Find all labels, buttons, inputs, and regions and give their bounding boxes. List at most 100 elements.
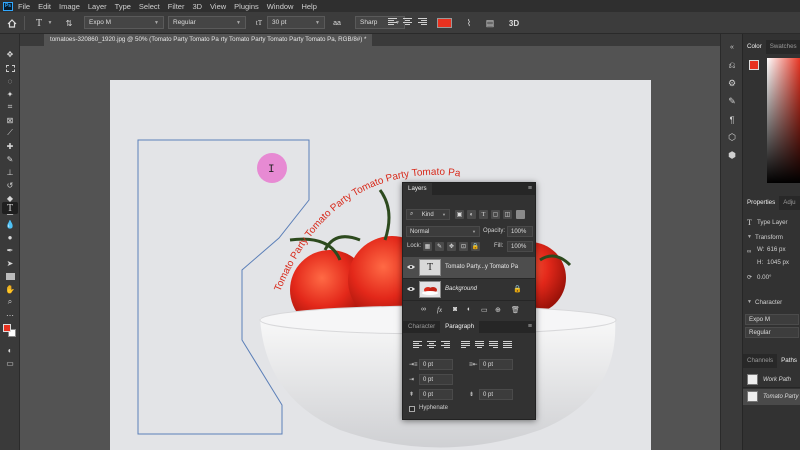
pen-icon[interactable]: ✒	[2, 244, 18, 256]
menu-view[interactable]: View	[210, 2, 226, 11]
collapse-arrows-icon[interactable]: «	[726, 42, 738, 53]
justify-last-center-button[interactable]	[475, 341, 484, 350]
font-family-field[interactable]: Expo M	[745, 314, 799, 325]
delete-layer-icon[interactable]: 🗑	[511, 306, 520, 314]
screen-mode-icon[interactable]: ▭	[2, 357, 18, 369]
align-center-button[interactable]	[427, 341, 436, 350]
panel-menu-icon[interactable]: ≡	[528, 323, 532, 330]
document-canvas[interactable]: Tomato Party Tomato Party Tomato Party T…	[110, 80, 651, 450]
lock-position-icon[interactable]: ✥	[447, 242, 456, 251]
filter-shape-icon[interactable]: ▢	[491, 210, 500, 219]
layer-filter-kind-select[interactable]: ⌕ Kind ▼	[406, 209, 450, 220]
path-row-tomato-party[interactable]: Tomato Party	[743, 389, 800, 405]
space-before-field[interactable]: 0 pt	[419, 389, 453, 400]
type-tool-preset-icon[interactable]: T	[32, 17, 46, 29]
menu-file[interactable]: File	[18, 2, 30, 11]
tab-adjustments[interactable]: Adju	[779, 196, 799, 210]
adjustment-layer-icon[interactable]: ◐	[467, 306, 471, 313]
indent-first-line-field[interactable]: 0 pt	[419, 374, 453, 385]
height-value[interactable]: 1045 px	[767, 259, 789, 266]
magic-wand-icon[interactable]: ✦	[2, 88, 18, 100]
3d-button[interactable]: 3D	[507, 17, 521, 29]
font-family-select[interactable]: Expo M ▼	[84, 16, 164, 29]
menu-plugins[interactable]: Plugins	[234, 2, 259, 11]
tab-properties[interactable]: Properties	[743, 196, 780, 210]
add-mask-icon[interactable]: ◙	[453, 306, 457, 313]
new-group-icon[interactable]: ▭	[481, 306, 488, 314]
blend-mode-select[interactable]: Normal ▼	[406, 226, 480, 237]
menu-filter[interactable]: Filter	[168, 2, 185, 11]
type-icon[interactable]: T	[2, 202, 18, 214]
color-picker-field[interactable]	[767, 58, 800, 183]
fill-field[interactable]: 100%	[507, 241, 533, 252]
adjustments-icon[interactable]: ⚙	[726, 78, 738, 89]
align-center-button[interactable]	[403, 17, 413, 28]
fx-icon[interactable]: fx	[437, 306, 442, 314]
layer-row-background[interactable]: Background 🔒	[403, 279, 535, 301]
filter-type-icon[interactable]: T	[479, 210, 488, 219]
3d-cube-icon[interactable]: ⬡	[726, 132, 738, 143]
align-right-button[interactable]	[418, 17, 428, 28]
foreground-color-swatch[interactable]	[749, 60, 759, 70]
font-style-field[interactable]: Regular	[745, 327, 799, 338]
zoom-icon[interactable]: ⌕	[2, 296, 18, 308]
opacity-field[interactable]: 100%	[507, 226, 533, 237]
font-size-select[interactable]: 30 pt ▼	[267, 16, 325, 29]
link-dimensions-icon[interactable]: ∞	[747, 249, 751, 255]
chevron-down-icon[interactable]: ▼	[747, 234, 752, 240]
text-color-swatch[interactable]	[436, 17, 452, 29]
more-icon[interactable]: ⋯	[2, 309, 18, 321]
blur-icon[interactable]: 💧	[2, 218, 18, 230]
menu-layer[interactable]: Layer	[88, 2, 107, 11]
lock-all-icon[interactable]: 🔒	[471, 242, 480, 251]
document-tab[interactable]: tomatoes-320860_1920.jpg @ 50% (Tomato P…	[44, 34, 373, 46]
quick-mask-icon[interactable]: ◐	[2, 344, 18, 356]
indent-left-field[interactable]: 0 pt	[419, 359, 453, 370]
angle-value[interactable]: 0.00°	[757, 274, 772, 281]
tab-layers[interactable]: Layers	[403, 183, 432, 195]
menu-help[interactable]: Help	[301, 2, 316, 11]
tab-swatches[interactable]: Swatches	[766, 40, 800, 54]
indent-right-field[interactable]: 0 pt	[479, 359, 513, 370]
font-style-select[interactable]: Regular ▼	[168, 16, 246, 29]
paragraph-styles-icon[interactable]: ¶	[726, 114, 738, 125]
hyphenate-checkbox[interactable]	[409, 406, 415, 412]
filter-pixel-icon[interactable]: ▣	[455, 210, 464, 219]
stamp-icon[interactable]: ⊥	[2, 166, 18, 178]
menu-type[interactable]: Type	[115, 2, 131, 11]
lock-artboard-icon[interactable]: ⊡	[459, 242, 468, 251]
move-icon[interactable]: ✥	[2, 48, 18, 60]
lasso-icon[interactable]: ◌	[2, 75, 18, 87]
character-panel-toggle-icon[interactable]: ▤	[485, 17, 495, 29]
space-after-field[interactable]: 0 pt	[479, 389, 513, 400]
layer-row-text[interactable]: T Tomato Party...y Tomato Pa	[403, 257, 535, 279]
text-orientation-icon[interactable]: ⇅	[64, 17, 74, 29]
chevron-down-icon[interactable]: ▼	[747, 299, 752, 305]
dodge-icon[interactable]: ●	[2, 231, 18, 243]
tab-paragraph[interactable]: Paragraph	[440, 321, 480, 333]
tab-paths[interactable]: Paths	[777, 354, 800, 368]
panel-menu-icon[interactable]: ≡	[528, 185, 532, 192]
warp-text-icon[interactable]: ⌇	[463, 17, 475, 29]
visibility-eye-icon[interactable]	[407, 264, 415, 270]
filter-adjustment-icon[interactable]: ◐	[467, 210, 476, 219]
menu-3d[interactable]: 3D	[192, 2, 202, 11]
tab-character[interactable]: Character	[403, 321, 440, 333]
foreground-color-swatch[interactable]	[3, 324, 11, 332]
menu-image[interactable]: Image	[59, 2, 80, 11]
align-right-button[interactable]	[441, 341, 450, 350]
new-layer-icon[interactable]: ⊕	[495, 306, 501, 314]
menu-window[interactable]: Window	[267, 2, 294, 11]
eyedropper-icon[interactable]: ⟋	[2, 127, 18, 139]
filter-smart-object-icon[interactable]: ◫	[503, 210, 512, 219]
visibility-eye-icon[interactable]	[407, 286, 415, 292]
filter-toggle-icon[interactable]	[516, 210, 525, 219]
align-left-button[interactable]	[413, 341, 422, 350]
hand-icon[interactable]: ✋	[2, 283, 18, 295]
marquee-icon[interactable]	[2, 62, 18, 74]
path-select-icon[interactable]: ➤	[2, 257, 18, 269]
brush-settings-icon[interactable]: ✎	[726, 96, 738, 107]
crop-icon[interactable]: ⌗	[2, 101, 18, 113]
history-brush-icon[interactable]: ↺	[2, 179, 18, 191]
rectangle-icon[interactable]	[2, 270, 18, 282]
